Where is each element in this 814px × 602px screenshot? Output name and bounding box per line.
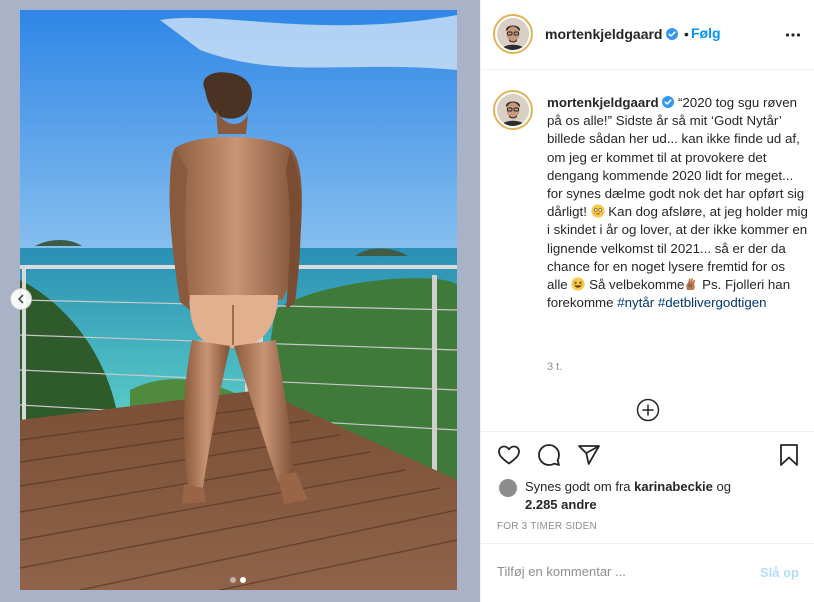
- follow-button[interactable]: Følg: [691, 25, 721, 41]
- header-username[interactable]: mortenkjeldgaard: [545, 26, 679, 42]
- post-photo[interactable]: [20, 10, 457, 590]
- hashtag-link[interactable]: #detblivergodtigen: [658, 295, 767, 310]
- save-button[interactable]: [777, 443, 801, 470]
- grinning-squinting-face-icon: [571, 277, 586, 291]
- verified-badge-icon: [662, 95, 675, 108]
- bookmark-icon: [777, 444, 801, 470]
- verified-badge-icon: [666, 27, 679, 40]
- likes-summary: Synes godt om fra karinabeckie og 2.285 a…: [499, 478, 799, 514]
- comment-button[interactable]: [537, 443, 561, 470]
- comment-icon: [537, 444, 561, 470]
- like-button[interactable]: [497, 443, 521, 470]
- share-button[interactable]: [577, 443, 601, 470]
- carousel-dot: [230, 577, 236, 583]
- previous-photo-button[interactable]: [10, 288, 32, 310]
- comment-form: Slå op: [481, 543, 814, 602]
- load-more-comments-button[interactable]: [636, 398, 660, 425]
- likes-count[interactable]: 2.285 andre: [525, 497, 597, 512]
- carousel-indicator: [230, 577, 246, 583]
- caption-time[interactable]: 3 t.: [547, 361, 562, 373]
- post-timestamp[interactable]: FOR 3 TIMER SIDEN: [497, 521, 597, 532]
- likes-prefix: Synes godt om fra: [525, 479, 635, 494]
- hashtag-link[interactable]: #nytår: [617, 295, 654, 310]
- header-separator: •: [684, 26, 689, 42]
- liker-avatar[interactable]: [499, 479, 517, 497]
- likes-text: Synes godt om fra karinabeckie og 2.285 a…: [499, 478, 799, 514]
- post-comment-button[interactable]: Slå op: [760, 565, 799, 580]
- post-sidebar: mortenkjeldgaard • Følg mortenkjeldgaard…: [480, 0, 814, 602]
- caption-section: mortenkjeldgaard “2020 tog sgu røven på …: [481, 70, 814, 432]
- avatar[interactable]: [497, 18, 529, 50]
- header-username-text[interactable]: mortenkjeldgaard: [545, 26, 662, 42]
- more-options-button[interactable]: [785, 27, 801, 46]
- post-actions: [481, 432, 814, 480]
- more-horizontal-icon: [785, 31, 801, 46]
- caption-text: mortenkjeldgaard “2020 tog sgu røven på …: [547, 94, 809, 312]
- caption-body-1: “2020 tog sgu røven på os alle!” Sidste …: [547, 95, 805, 220]
- heart-icon: [497, 445, 521, 470]
- chevron-left-icon: [16, 292, 26, 307]
- liker-username[interactable]: karinabeckie: [634, 479, 713, 494]
- ok-hand-icon: [684, 277, 698, 291]
- likes-conjunction: og: [712, 479, 731, 494]
- carousel-dot-active: [240, 577, 246, 583]
- post-media: [0, 0, 480, 602]
- paper-plane-icon: [577, 445, 601, 470]
- caption-username[interactable]: mortenkjeldgaard: [547, 95, 659, 110]
- plus-circle-icon: [636, 398, 660, 425]
- flushed-face-icon: [591, 204, 605, 218]
- caption-body-3: Så velbekomme: [585, 277, 685, 293]
- comment-input[interactable]: [497, 564, 737, 579]
- caption-avatar[interactable]: [497, 94, 529, 126]
- post-header: mortenkjeldgaard • Følg: [481, 0, 814, 70]
